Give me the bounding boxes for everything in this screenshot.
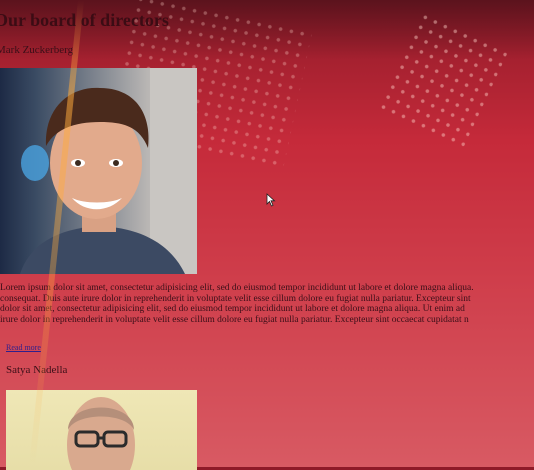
bio-line: dolor sit amet, consectetur adipisicing … — [0, 304, 465, 314]
bio-line: irure dolor in reprehenderit in voluptat… — [0, 314, 469, 325]
read-more-link[interactable]: Read more — [6, 343, 41, 352]
bio-line: Lorem ipsum dolor sit amet, consectetur … — [0, 283, 474, 293]
director-photo — [0, 68, 197, 274]
mouse-pointer-icon — [266, 193, 276, 207]
director-bio: Lorem ipsum dolor sit amet, consectetur … — [0, 283, 534, 325]
director-name: Satya Nadella — [6, 364, 68, 376]
portrait-image — [20, 68, 197, 274]
director-name: Mark Zuckerberg — [0, 44, 74, 56]
page-title: Our board of directors — [0, 10, 169, 30]
bio-line: consequat. Duis aute irure dolor in repr… — [0, 293, 471, 304]
